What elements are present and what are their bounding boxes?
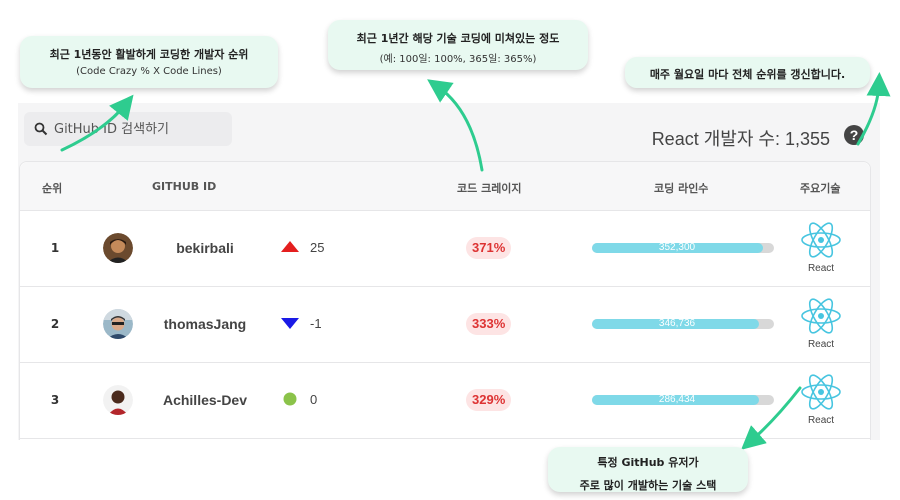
rank-up-icon (281, 241, 299, 252)
tech-label: React (807, 415, 835, 426)
table-row[interactable]: 2 thomasJang -1 333% 346,736 React (20, 287, 870, 363)
question-circle-icon[interactable]: ? (844, 125, 864, 145)
table-row[interactable]: 1 bekirbali 25 371% 352,300 React (20, 211, 870, 287)
leaderboard-panel: React 개발자 수: 1,355 ? 순위 GITHUB ID 코드 크레이… (18, 103, 880, 440)
header-rank: 순위 (42, 182, 63, 195)
code-crazy-badge: 329% (466, 389, 512, 411)
rank-number: 3 (50, 393, 60, 407)
code-lines-value: 286,434 (658, 394, 696, 405)
ranking-table: 순위 GITHUB ID 코드 크레이지 코딩 라인수 주요기술 1 bekir… (19, 161, 871, 440)
callout-crazy-title: 최근 1년간 해당 기술 코딩에 미쳐있는 정도 (356, 32, 560, 45)
github-id-link[interactable]: Achilles-Dev (155, 392, 255, 408)
search-icon (34, 122, 48, 136)
github-id-link[interactable]: thomasJang (155, 316, 255, 332)
callout-code-crazy: 최근 1년간 해당 기술 코딩에 미쳐있는 정도 (예: 100일: 100%,… (328, 20, 588, 70)
react-icon (801, 298, 841, 334)
header-github-id: GITHUB ID (152, 180, 217, 193)
callout-ranking-title: 최근 1년동안 활발하게 코딩한 개발자 순위 (49, 48, 249, 61)
tech-label: React (807, 339, 835, 350)
code-lines-bar: 352,300 (592, 242, 774, 253)
header-code-crazy: 코드 크레이지 (457, 182, 522, 195)
code-lines-bar: 346,736 (592, 318, 774, 329)
tech-label: React (807, 263, 835, 274)
code-lines-value: 346,736 (658, 318, 696, 329)
callout-update-text: 매주 월요일 마다 전체 순위를 갱신합니다. (649, 68, 846, 81)
rank-down-icon (281, 318, 299, 329)
table-row[interactable]: 3 Achilles-Dev 0 329% 286,434 React (20, 363, 870, 439)
header-code-lines: 코딩 라인수 (654, 182, 709, 195)
rank-change: 0 (310, 392, 318, 407)
rank-number: 1 (50, 241, 60, 255)
callout-ranking-subtitle: (Code Crazy % X Code Lines) (76, 66, 222, 77)
callout-update: 매주 월요일 마다 전체 순위를 갱신합니다. (625, 57, 870, 88)
code-crazy-badge: 333% (466, 313, 512, 335)
callout-tech-line1: 특정 GitHub 유저가 (597, 456, 699, 469)
developer-count: React 개발자 수: 1,355 (651, 129, 830, 149)
callout-tech: 특정 GitHub 유저가 주로 많이 개발하는 기술 스택 (548, 447, 748, 492)
react-icon (801, 222, 841, 258)
rank-number: 2 (50, 317, 60, 331)
rank-change: 25 (310, 240, 325, 255)
header-main-tech: 주요기술 (800, 182, 841, 195)
search-box[interactable] (24, 112, 232, 146)
callout-tech-line2: 주로 많이 개발하는 기술 스택 (579, 479, 717, 492)
rank-same-icon (283, 392, 297, 406)
avatar[interactable] (103, 385, 133, 415)
code-lines-value: 352,300 (658, 242, 696, 253)
callout-ranking: 최근 1년동안 활발하게 코딩한 개발자 순위 (Code Crazy % X … (20, 36, 278, 88)
table-header: 순위 GITHUB ID 코드 크레이지 코딩 라인수 주요기술 (20, 162, 870, 211)
rank-change: -1 (310, 316, 322, 331)
code-crazy-badge: 371% (466, 237, 512, 259)
search-input[interactable] (54, 121, 224, 137)
avatar[interactable] (103, 233, 133, 263)
react-icon (801, 374, 841, 410)
github-id-link[interactable]: bekirbali (155, 240, 255, 256)
avatar[interactable] (103, 309, 133, 339)
callout-crazy-subtitle: (예: 100일: 100%, 365일: 365%) (379, 54, 537, 65)
code-lines-bar: 286,434 (592, 394, 774, 405)
